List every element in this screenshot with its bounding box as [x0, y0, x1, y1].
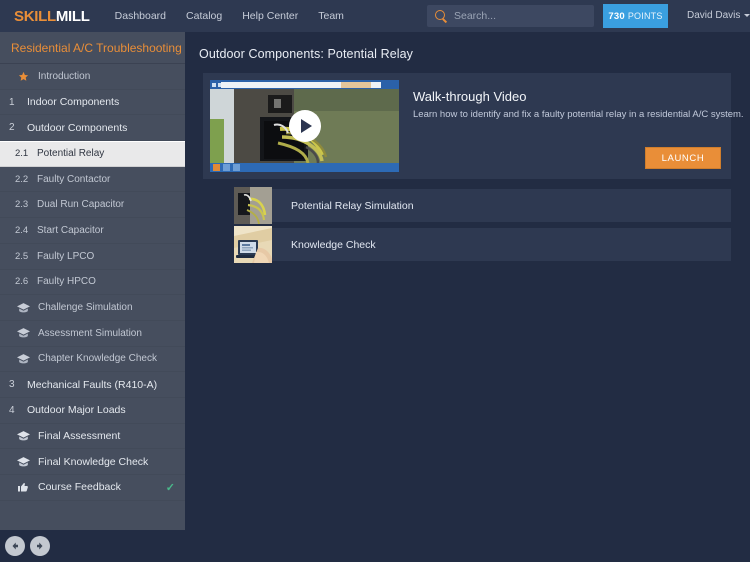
sidebar-item-label: Outdoor Components	[27, 121, 128, 134]
sidebar-item-number: 2.2	[15, 173, 29, 185]
sidebar-item-number: 2.5	[15, 250, 29, 262]
sidebar-item-number: 2.4	[15, 224, 29, 236]
launch-button[interactable]: LAUNCH	[645, 147, 721, 169]
graduation-cap-icon	[15, 301, 31, 315]
sidebar-item-label: Assessment Simulation	[38, 327, 142, 339]
sidebar-item-label: Faulty HPCO	[37, 276, 96, 288]
graduation-cap-icon	[15, 455, 31, 469]
taskbar-app-icon	[233, 164, 240, 171]
thumbs-up-icon	[15, 480, 31, 494]
video-thumbnail[interactable]	[210, 80, 399, 172]
sidebar-item-introduction[interactable]: Introduction	[0, 64, 185, 90]
sidebar-item-label: Dual Run Capacitor	[37, 199, 125, 211]
sidebar-item-chapter-knowledge-check[interactable]: Chapter Knowledge Check	[0, 347, 185, 373]
sidebar-item-label: Final Knowledge Check	[38, 455, 149, 468]
main-content: Outdoor Components: Potential Relay Walk…	[185, 32, 750, 530]
star-icon	[15, 69, 31, 83]
sidebar-item-final-assessment[interactable]: Final Assessment	[0, 424, 185, 450]
sidebar-item-faulty-hpco[interactable]: 2.6 Faulty HPCO	[0, 270, 185, 296]
sidebar-item-label: Challenge Simulation	[38, 302, 133, 314]
course-title: Residential A/C Troubleshooting	[0, 32, 185, 64]
brand-logo-second: MILL	[55, 7, 90, 25]
chevron-down-icon	[744, 14, 750, 17]
sidebar-item-challenge-simulation[interactable]: Challenge Simulation	[0, 295, 185, 321]
sidebar-item-label: Indoor Components	[27, 96, 120, 109]
graduation-cap-icon	[15, 326, 31, 340]
nav-link-catalog[interactable]: Catalog	[186, 10, 222, 22]
sidebar-item-label: Outdoor Major Loads	[27, 404, 126, 417]
thumbnail-address-bar	[221, 81, 381, 88]
search-input[interactable]	[454, 10, 584, 22]
forward-arrow-icon[interactable]	[30, 536, 50, 556]
footer-navigation-bar	[0, 530, 750, 562]
back-arrow-icon[interactable]	[5, 536, 25, 556]
nav-link-dashboard[interactable]: Dashboard	[115, 10, 166, 22]
sidebar-item-start-capacitor[interactable]: 2.4 Start Capacitor	[0, 218, 185, 244]
sidebar-item-label: Chapter Knowledge Check	[38, 353, 157, 365]
sidebar-item-course-feedback[interactable]: Course Feedback ✓	[0, 475, 185, 501]
thumbnail-browser-chrome	[210, 80, 399, 89]
thumbnail-taskbar	[210, 163, 399, 172]
graduation-cap-icon	[15, 352, 31, 366]
play-icon[interactable]	[288, 110, 321, 142]
search-box[interactable]	[427, 5, 594, 27]
sidebar-item-number: 4	[9, 404, 15, 416]
sidebar-item-number: 2.6	[15, 276, 29, 288]
top-navigation: Dashboard Catalog Help Center Team	[115, 10, 364, 22]
list-item-thumbnail	[234, 187, 272, 224]
points-badge[interactable]: 730 POINTS	[603, 4, 668, 28]
list-item-knowledge-check[interactable]: Knowledge Check	[234, 226, 731, 263]
nav-link-help-center[interactable]: Help Center	[242, 10, 298, 22]
graduation-cap-icon	[15, 429, 31, 443]
user-menu[interactable]: David Davis	[687, 10, 750, 21]
user-name: David Davis	[687, 10, 741, 21]
sidebar-item-label: Course Feedback	[38, 481, 121, 494]
chrome-square-icon	[212, 82, 216, 87]
brand-logo[interactable]: SKILLMILL	[14, 8, 90, 25]
list-item-thumbnail	[234, 226, 272, 263]
top-header-bar: SKILLMILL Dashboard Catalog Help Center …	[0, 0, 750, 32]
sidebar-item-number: 3	[9, 379, 15, 391]
sidebar-item-label: Start Capacitor	[37, 224, 104, 236]
sidebar-item-label: Potential Relay	[37, 148, 105, 160]
sidebar-item-outdoor-components[interactable]: 2 Outdoor Components	[0, 115, 185, 142]
nav-link-team[interactable]: Team	[318, 10, 344, 22]
status-badge-completed: ✓	[165, 481, 175, 494]
sidebar-item-number: 1	[9, 96, 15, 108]
video-card-description: Learn how to identify and fix a faulty p…	[413, 109, 744, 120]
points-label: POINTS	[627, 11, 663, 21]
brand-logo-first: SKILL	[14, 7, 56, 25]
sidebar-item-faulty-contactor[interactable]: 2.2 Faulty Contactor	[0, 167, 185, 193]
sidebar-item-mechanical-faults[interactable]: 3 Mechanical Faults (R410-A)	[0, 372, 185, 398]
sidebar-item-number: 2.1	[15, 148, 29, 160]
sidebar-item-number: 2.3	[15, 199, 29, 211]
sidebar-item-label: Faulty Contactor	[37, 173, 111, 185]
sidebar-item-assessment-simulation[interactable]: Assessment Simulation	[0, 321, 185, 347]
address-bar-highlight	[341, 81, 371, 88]
walkthrough-video-card: Walk-through Video Learn how to identify…	[203, 73, 744, 179]
sidebar-item-faulty-lpco[interactable]: 2.5 Faulty LPCO	[0, 244, 185, 270]
sidebar-item-number: 2	[9, 122, 15, 134]
points-number: 730	[608, 10, 625, 22]
sidebar-item-potential-relay[interactable]: 2.1 Potential Relay	[0, 141, 185, 167]
sidebar-item-label: Introduction	[38, 70, 91, 82]
list-item-potential-relay-simulation[interactable]: Potential Relay Simulation	[234, 187, 731, 224]
list-item-label: Potential Relay Simulation	[291, 199, 414, 212]
sidebar-item-outdoor-major-loads[interactable]: 4 Outdoor Major Loads	[0, 398, 185, 424]
sidebar-item-indoor-components[interactable]: 1 Indoor Components	[0, 90, 185, 116]
sidebar-item-label: Mechanical Faults (R410-A)	[27, 378, 158, 391]
course-sidebar: Residential A/C Troubleshooting Introduc…	[0, 32, 185, 530]
video-card-title: Walk-through Video	[413, 89, 527, 104]
list-item-label: Knowledge Check	[291, 238, 376, 251]
sidebar-item-dual-run-capacitor[interactable]: 2.3 Dual Run Capacitor	[0, 192, 185, 219]
sidebar-item-label: Final Assessment	[38, 429, 121, 442]
taskbar-app-icon	[213, 164, 220, 171]
sidebar-item-label: Faulty LPCO	[37, 250, 95, 262]
page-title: Outdoor Components: Potential Relay	[199, 47, 414, 61]
sidebar-item-final-knowledge-check[interactable]: Final Knowledge Check	[0, 449, 185, 475]
taskbar-app-icon	[223, 164, 230, 171]
search-icon	[434, 9, 448, 23]
